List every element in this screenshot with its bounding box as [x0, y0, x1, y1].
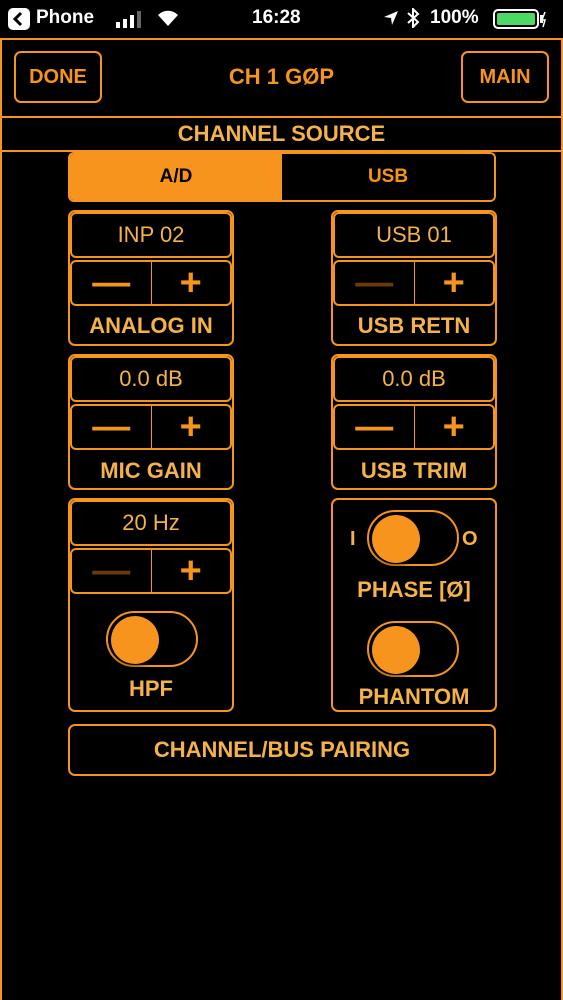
usb-retn-label: USB RETN	[357, 313, 471, 338]
phase-toggle[interactable]	[367, 510, 459, 566]
mic-gain-minus-button[interactable]: —	[72, 406, 151, 448]
done-button[interactable]: DONE	[14, 51, 102, 103]
hpf-value: 20 Hz	[70, 500, 232, 546]
phantom-toggle[interactable]	[367, 621, 459, 677]
mic-gain-stepper: — +	[70, 404, 232, 450]
hpf-stepper: — +	[70, 548, 232, 594]
main-button[interactable]: MAIN	[461, 51, 549, 103]
battery-icon	[493, 9, 547, 35]
battery-percent: 100%	[430, 7, 479, 28]
tab-ad[interactable]: A/D	[70, 154, 282, 200]
channel-source-bar: CHANNEL SOURCE	[2, 116, 561, 152]
analog-plus-button[interactable]: +	[150, 262, 231, 304]
channel-source-heading: CHANNEL SOURCE	[177, 121, 386, 146]
usb-trim-stepper: — +	[333, 404, 495, 450]
phase-toggle-knob	[372, 515, 420, 563]
page-title: CH 1 GØP	[228, 64, 335, 89]
signal-icon	[116, 10, 146, 34]
phase-off-label: O	[462, 528, 478, 550]
usb-retn-plus-button[interactable]: +	[413, 262, 494, 304]
tab-usb[interactable]: USB	[282, 154, 494, 200]
hpf-label: HPF	[129, 676, 173, 701]
usb-retn-minus-button[interactable]: —	[335, 262, 414, 304]
analog-minus-button[interactable]: —	[72, 262, 151, 304]
wifi-icon	[156, 9, 180, 33]
usb-trim-value: 0.0 dB	[333, 356, 495, 402]
location-icon	[383, 10, 399, 32]
clock: 16:28	[252, 7, 301, 28]
hpf-minus-button[interactable]: —	[72, 550, 151, 592]
back-app-icon[interactable]	[8, 8, 30, 30]
phase-label: PHASE [Ø]	[357, 577, 471, 602]
mic-gain-plus-button[interactable]: +	[150, 406, 231, 448]
analog-in-label: ANALOG IN	[89, 313, 213, 338]
usb-trim-minus-button[interactable]: —	[335, 406, 414, 448]
phase-on-label: I	[350, 528, 356, 550]
source-segmented-control: A/D USB	[68, 152, 496, 202]
bluetooth-icon	[406, 6, 420, 34]
analog-input-value: INP 02	[70, 212, 232, 258]
mic-gain-value: 0.0 dB	[70, 356, 232, 402]
carrier-label: Phone	[36, 7, 95, 28]
phantom-toggle-knob	[372, 626, 420, 674]
status-bar: Phone 16:28 100%	[0, 0, 563, 38]
usb-trim-plus-button[interactable]: +	[413, 406, 494, 448]
channel-bus-pairing-button[interactable]: CHANNEL/BUS PAIRING	[68, 724, 496, 776]
hpf-toggle-knob	[111, 616, 159, 664]
phantom-label: PHANTOM	[358, 684, 470, 709]
hpf-plus-button[interactable]: +	[150, 550, 231, 592]
analog-input-stepper: — +	[70, 260, 232, 306]
usb-trim-label: USB TRIM	[360, 458, 468, 483]
mic-gain-label: MIC GAIN	[100, 458, 202, 483]
usb-retn-stepper: — +	[333, 260, 495, 306]
hpf-toggle[interactable]	[106, 611, 198, 667]
usb-retn-value: USB 01	[333, 212, 495, 258]
